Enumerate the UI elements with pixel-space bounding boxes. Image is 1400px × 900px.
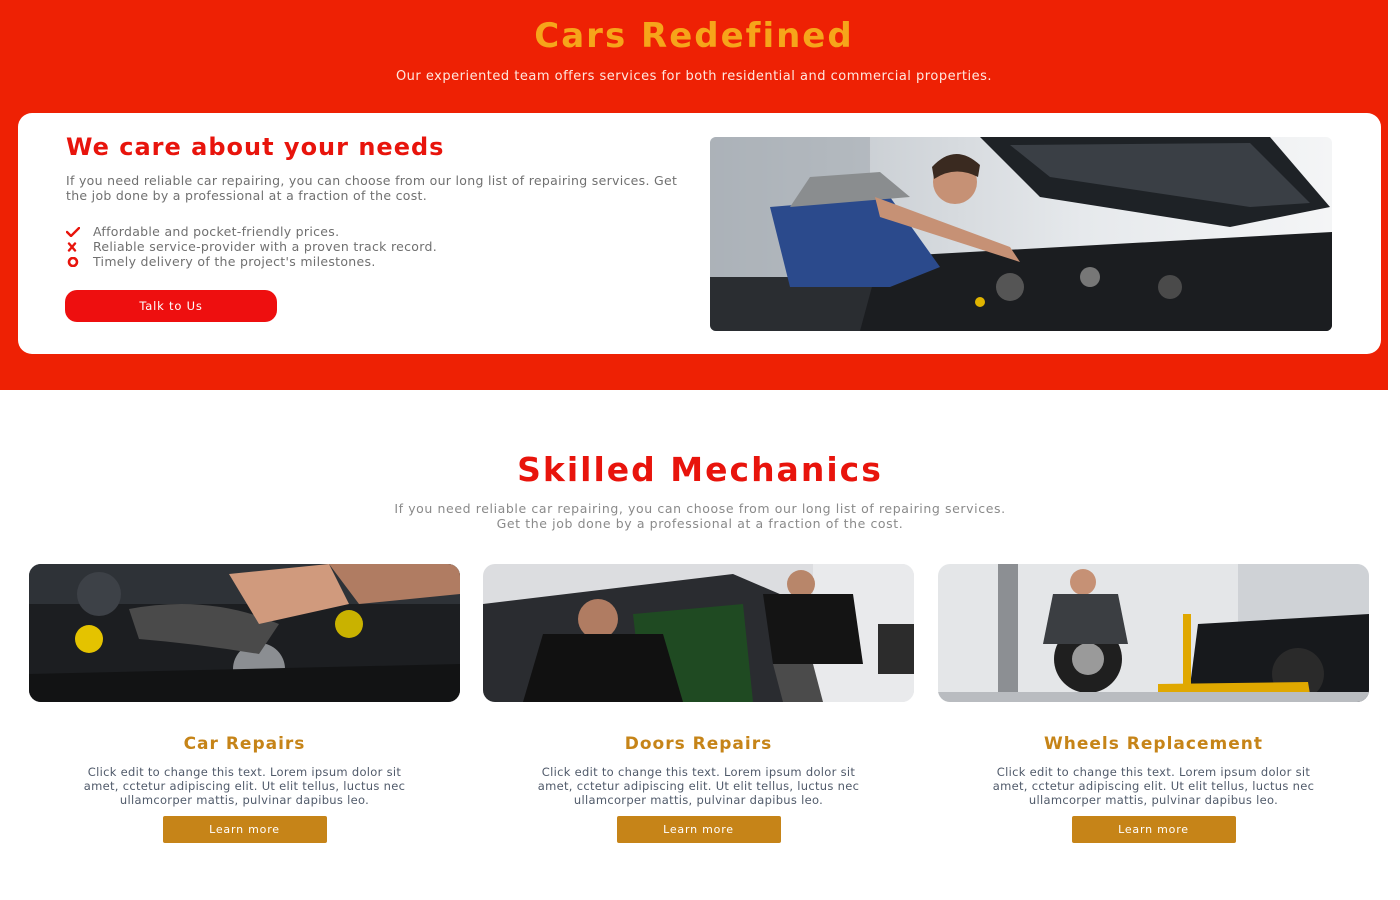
- service-card-doors-repairs: Doors Repairs Click edit to change this …: [483, 564, 914, 843]
- service-card-car-repairs: Car Repairs Click edit to change this te…: [29, 564, 460, 843]
- talk-to-us-button[interactable]: Talk to Us: [65, 290, 277, 322]
- mechanics-subtitle: If you need reliable car repairing, you …: [0, 501, 1400, 531]
- list-item: Affordable and pocket-friendly prices.: [66, 224, 437, 239]
- mechanics-subtitle-line2: Get the job done by a professional at a …: [496, 516, 904, 531]
- close-icon: [66, 241, 82, 252]
- list-item-text: Timely delivery of the project's milesto…: [93, 254, 376, 269]
- service-title: Wheels Replacement: [1044, 734, 1263, 754]
- care-card: We care about your needs If you need rel…: [18, 113, 1381, 354]
- service-text: Click edit to change this text. Lorem ip…: [992, 765, 1315, 807]
- service-title: Car Repairs: [183, 734, 306, 754]
- service-title: Doors Repairs: [624, 734, 773, 754]
- care-feature-list: Affordable and pocket-friendly prices. R…: [66, 224, 437, 269]
- list-item: Timely delivery of the project's milesto…: [66, 254, 437, 269]
- list-item-text: Reliable service-provider with a proven …: [93, 239, 437, 254]
- check-icon: [66, 226, 82, 237]
- hero-section: Cars Redefined Our experiented team offe…: [0, 0, 1388, 390]
- hero-subtitle: Our experiented team offers services for…: [395, 69, 993, 84]
- circle-icon: [66, 256, 82, 267]
- door-wrapping-photo: [483, 564, 914, 702]
- list-item-text: Affordable and pocket-friendly prices.: [93, 224, 340, 239]
- mechanics-title: Skilled Mechanics: [517, 450, 883, 489]
- list-item: Reliable service-provider with a proven …: [66, 239, 437, 254]
- learn-more-button[interactable]: Learn more: [616, 816, 781, 843]
- mechanics-subtitle-line1: If you need reliable car repairing, you …: [394, 501, 1006, 516]
- service-card-wheels-replacement: Wheels Replacement Click edit to change …: [938, 564, 1369, 843]
- learn-more-button[interactable]: Learn more: [1071, 816, 1236, 843]
- service-text: Click edit to change this text. Lorem ip…: [83, 765, 406, 807]
- wheel-replacement-photo: [938, 564, 1369, 702]
- mechanic-engine-photo: [710, 137, 1332, 331]
- care-title: We care about your needs: [66, 133, 445, 161]
- learn-more-button[interactable]: Learn more: [162, 816, 327, 843]
- hero-title: Cars Redefined: [534, 16, 854, 56]
- service-text: Click edit to change this text. Lorem ip…: [537, 765, 860, 807]
- engine-cleaning-photo: [29, 564, 460, 702]
- care-text: If you need reliable car repairing, you …: [66, 173, 678, 203]
